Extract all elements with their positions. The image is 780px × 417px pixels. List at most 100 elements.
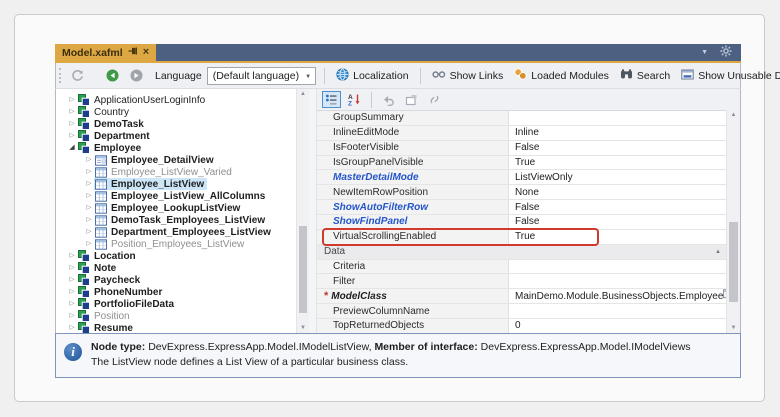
toolbar-button-search[interactable]: Search bbox=[617, 66, 673, 85]
property-value[interactable]: 0 bbox=[509, 319, 726, 333]
expand-arrow-icon[interactable]: ▷ bbox=[67, 298, 77, 310]
toolbar-button-localization[interactable]: Localization bbox=[333, 66, 411, 86]
property-row[interactable]: ShowAutoFilterRowFalse bbox=[317, 200, 726, 215]
property-row[interactable]: ShowFindPanelFalse bbox=[317, 215, 726, 230]
tree-item-employee_listview_varied[interactable]: ▷Employee_ListView_Varied bbox=[56, 166, 296, 178]
tree-item-employee_detailview[interactable]: ▷Employee_DetailView bbox=[56, 154, 296, 166]
property-row[interactable]: GroupSummary bbox=[317, 111, 726, 126]
tree-item-employee_listview[interactable]: ▷Employee_ListView bbox=[56, 178, 296, 190]
tree-item-country[interactable]: ▷Country bbox=[56, 106, 296, 118]
expand-arrow-icon[interactable]: ▷ bbox=[67, 94, 77, 106]
property-row[interactable]: Filter bbox=[317, 274, 726, 289]
property-value[interactable]: True bbox=[509, 156, 726, 170]
expand-arrow-icon[interactable]: ▷ bbox=[67, 310, 77, 322]
property-pages-icon[interactable] bbox=[402, 91, 421, 108]
property-row[interactable]: MasterDetailModeListViewOnly bbox=[317, 170, 726, 185]
expand-arrow-icon[interactable]: ▷ bbox=[67, 322, 77, 333]
document-tab[interactable]: Model.xafml × bbox=[55, 44, 156, 61]
property-value[interactable] bbox=[509, 111, 726, 125]
expand-arrow-icon[interactable]: ▷ bbox=[84, 202, 94, 214]
property-row[interactable]: NewItemRowPositionNone bbox=[317, 185, 726, 200]
tree-item-applicationuserlogininfo[interactable]: ▷ApplicationUserLoginInfo bbox=[56, 94, 296, 106]
property-value[interactable]: ListViewOnly bbox=[509, 170, 726, 184]
tree-item-employee[interactable]: ◢Employee bbox=[56, 142, 296, 154]
property-row[interactable]: Criteria bbox=[317, 260, 726, 275]
forward-button[interactable] bbox=[127, 67, 146, 84]
tree-item-paycheck[interactable]: ▷Paycheck bbox=[56, 274, 296, 286]
expand-arrow-icon[interactable]: ▷ bbox=[84, 226, 94, 238]
toolbar-button-show-links[interactable]: Show Links bbox=[429, 67, 507, 85]
expand-arrow-icon[interactable]: ▷ bbox=[84, 154, 94, 166]
property-row[interactable]: InlineEditModeInline bbox=[317, 126, 726, 141]
toolbar-button-loaded-modules[interactable]: Loaded Modules bbox=[511, 66, 612, 85]
chevron-down-icon[interactable]: ▼ bbox=[701, 49, 708, 56]
expand-arrow-icon[interactable]: ▷ bbox=[67, 130, 77, 142]
toolbar-grip[interactable] bbox=[59, 68, 61, 83]
scroll-down-icon[interactable]: ▼ bbox=[297, 323, 309, 333]
property-grid-scrollbar[interactable]: ▲ ▼ bbox=[726, 110, 740, 333]
expand-arrow-icon[interactable]: ▷ bbox=[67, 274, 77, 286]
panel-splitter[interactable] bbox=[309, 89, 317, 333]
sort-az-icon[interactable]: AZ bbox=[345, 91, 364, 108]
tree-item-location[interactable]: ▷Location bbox=[56, 250, 296, 262]
tree-item-demotask[interactable]: ▷DemoTask bbox=[56, 118, 296, 130]
property-value[interactable]: False bbox=[509, 215, 726, 229]
tree-item-resume[interactable]: ▷Resume bbox=[56, 322, 296, 333]
property-value[interactable]: MainDemo.Module.BusinessObjects.Employee bbox=[509, 289, 726, 303]
expand-arrow-icon[interactable]: ▷ bbox=[67, 262, 77, 274]
property-name[interactable]: MasterDetailMode bbox=[317, 170, 509, 184]
property-row[interactable]: IsFooterVisibleFalse bbox=[317, 141, 726, 156]
tree-item-position[interactable]: ▷Position bbox=[56, 310, 296, 322]
property-value[interactable]: True bbox=[509, 230, 726, 244]
property-row[interactable]: PreviewColumnName bbox=[317, 304, 726, 319]
tree-item-department[interactable]: ▷Department bbox=[56, 130, 296, 142]
scrollbar-thumb[interactable] bbox=[729, 222, 738, 302]
property-category-row[interactable]: Data▲ bbox=[317, 245, 726, 260]
tree-item-employee_listview_allcolumns[interactable]: ▷Employee_ListView_AllColumns bbox=[56, 190, 296, 202]
expand-arrow-icon[interactable]: ▷ bbox=[84, 178, 94, 190]
property-name[interactable]: ShowAutoFilterRow bbox=[317, 200, 509, 214]
scrollbar-thumb[interactable] bbox=[299, 226, 307, 314]
property-value[interactable] bbox=[509, 274, 726, 288]
expand-arrow-icon[interactable]: ▷ bbox=[67, 250, 77, 262]
expand-arrow-icon[interactable]: ▷ bbox=[84, 238, 94, 250]
categorized-icon[interactable] bbox=[322, 91, 341, 108]
close-icon[interactable]: × bbox=[143, 47, 149, 58]
tree-item-phonenumber[interactable]: ▷PhoneNumber bbox=[56, 286, 296, 298]
pin-icon[interactable] bbox=[128, 46, 138, 59]
tree-item-department_employees_listview[interactable]: ▷Department_Employees_ListView bbox=[56, 226, 296, 238]
undo-icon[interactable] bbox=[379, 91, 398, 108]
tree-item-employee_lookuplistview[interactable]: ▷Employee_LookupListView bbox=[56, 202, 296, 214]
scroll-up-icon[interactable]: ▲ bbox=[297, 89, 309, 99]
expand-arrow-icon[interactable]: ▷ bbox=[67, 286, 77, 298]
property-value[interactable]: False bbox=[509, 200, 726, 214]
property-row[interactable]: TopReturnedObjects0 bbox=[317, 319, 726, 333]
expand-arrow-icon[interactable]: ▷ bbox=[67, 118, 77, 130]
expand-arrow-icon[interactable]: ▷ bbox=[84, 214, 94, 226]
tree-item-demotask_employees_listview[interactable]: ▷DemoTask_Employees_ListView bbox=[56, 214, 296, 226]
property-value[interactable]: Inline bbox=[509, 126, 726, 140]
tree-item-portfoliofiledata[interactable]: ▷PortfolioFileData bbox=[56, 298, 296, 310]
gear-icon[interactable] bbox=[720, 44, 732, 62]
property-row[interactable]: *ModelClassMainDemo.Module.BusinessObjec… bbox=[317, 289, 726, 304]
tree-item-note[interactable]: ▷Note bbox=[56, 262, 296, 274]
collapse-arrow-icon[interactable]: ◢ bbox=[67, 142, 77, 154]
property-value[interactable] bbox=[509, 304, 726, 318]
collapse-category-icon[interactable]: ▲ bbox=[715, 249, 721, 255]
scroll-up-icon[interactable]: ▲ bbox=[727, 110, 740, 120]
property-row[interactable]: VirtualScrollingEnabledTrue bbox=[317, 230, 726, 245]
tree-item-position_employees_listview[interactable]: ▷Position_Employees_ListView bbox=[56, 238, 296, 250]
back-button[interactable] bbox=[103, 67, 122, 84]
property-name[interactable]: ShowFindPanel bbox=[317, 215, 509, 229]
refresh-icon[interactable] bbox=[68, 67, 87, 84]
property-value[interactable]: None bbox=[509, 185, 726, 199]
expand-arrow-icon[interactable]: ▷ bbox=[84, 190, 94, 202]
expand-arrow-icon[interactable]: ▷ bbox=[67, 106, 77, 118]
link-icon[interactable] bbox=[425, 91, 444, 108]
property-value[interactable]: False bbox=[509, 141, 726, 155]
scroll-down-icon[interactable]: ▼ bbox=[727, 323, 740, 333]
language-combo[interactable]: (Default language) ▼ bbox=[207, 67, 316, 85]
expand-arrow-icon[interactable]: ▷ bbox=[84, 166, 94, 178]
tree-scrollbar[interactable]: ▲ ▼ bbox=[296, 89, 309, 333]
property-row[interactable]: IsGroupPanelVisibleTrue bbox=[317, 156, 726, 171]
